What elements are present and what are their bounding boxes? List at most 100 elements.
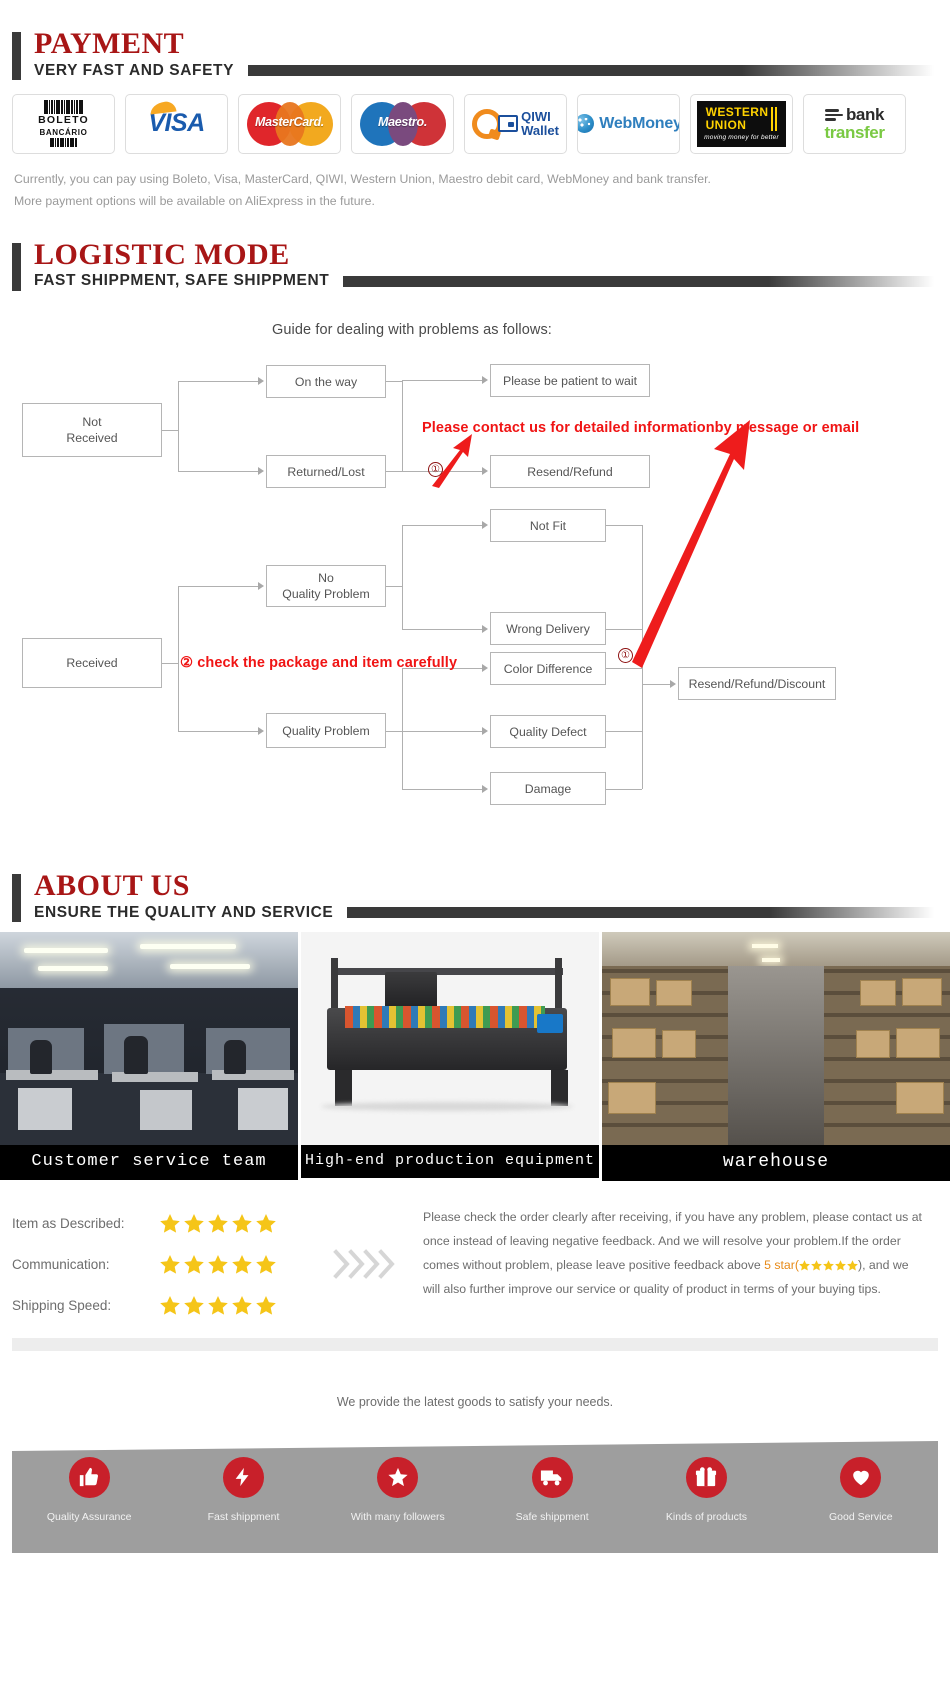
- flow-connector: [178, 586, 258, 588]
- payment-method-bank-transfer: bank transfer: [803, 93, 906, 154]
- star-icon: [232, 1213, 252, 1233]
- flow-box-not-received: Not Received: [22, 403, 162, 458]
- ratings-section: Item as Described: Communication: Shippi…: [0, 1181, 950, 1326]
- star-icon: [256, 1295, 276, 1315]
- payment-method-boleto-bancario: BOLETO BANCÁRIO: [12, 93, 115, 154]
- payment-method-maestro: Maestro.: [351, 93, 454, 154]
- bank-transfer-line2: transfer: [824, 122, 885, 142]
- flow-connector: [606, 668, 642, 670]
- payment-methods-row: BOLETO BANCÁRIO VISA MasterCard. Maestro…: [0, 80, 950, 154]
- flow-box-label: Quality Defect: [509, 724, 587, 739]
- payment-section-header: PAYMENT VERY FAST AND SAFETY: [12, 28, 938, 80]
- feature-item-good-service: Good Service: [784, 1456, 938, 1523]
- flow-box-damage: Damage: [490, 772, 606, 806]
- flow-box-no-quality-problem: No Quality Problem: [266, 565, 386, 608]
- flow-connector: [178, 731, 258, 733]
- ratings-list: Item as Described: Communication: Shippi…: [12, 1203, 312, 1326]
- flow-connector: [386, 731, 402, 733]
- flow-box-quality-defect: Quality Defect: [490, 715, 606, 749]
- payment-title: PAYMENT: [34, 27, 185, 60]
- about-section-header: ABOUT US ENSURE THE QUALITY AND SERVICE: [12, 870, 938, 923]
- flow-box-label: On the way: [294, 374, 358, 389]
- star-icon: [160, 1213, 180, 1233]
- rating-stars: [160, 1295, 276, 1315]
- qiwi-wallet-icon: QIWI Wallet: [472, 108, 559, 139]
- flow-annotation-check-package: ② check the package and item carefully: [180, 655, 458, 672]
- flow-box-label: Color Difference: [503, 661, 593, 676]
- rating-label: Communication:: [12, 1256, 110, 1272]
- logistic-section-header: LOGISTIC MODE FAST SHIPPMENT, SAFE SHIPP…: [12, 239, 938, 291]
- flow-arrow: [482, 376, 488, 385]
- flow-box-label: Damage: [524, 781, 572, 796]
- photo-card-production-equipment: High-end production equipment: [301, 931, 599, 1181]
- heart-icon: [840, 1456, 882, 1498]
- flow-arrow: [482, 664, 488, 673]
- wu-line1: WESTERN: [705, 105, 769, 119]
- flow-arrow: [258, 727, 264, 736]
- feature-label: Safe shippment: [515, 1510, 589, 1523]
- photo-caption: High-end production equipment: [301, 1144, 599, 1178]
- flow-connector: [386, 471, 402, 473]
- feedback-highlight: 5 star(: [764, 1257, 799, 1272]
- flow-connector: [642, 684, 670, 686]
- logistic-title: LOGISTIC MODE: [34, 237, 290, 271]
- flow-box-label: Received: [66, 656, 118, 671]
- truck-icon: [531, 1456, 573, 1498]
- flow-connector: [402, 731, 482, 733]
- feature-label: Fast shippment: [207, 1510, 280, 1523]
- flow-box-quality-problem: Quality Problem: [266, 713, 386, 749]
- feature-item-safe-shippment: Safe shippment: [475, 1456, 629, 1523]
- flow-connector: [402, 629, 482, 631]
- star-icon: [184, 1295, 204, 1315]
- flow-box-label: Returned/Lost: [287, 464, 365, 479]
- payment-method-mastercard: MasterCard.: [238, 93, 341, 154]
- flow-connector: [386, 381, 402, 383]
- flow-arrow: [482, 467, 488, 476]
- production-equipment-photo: [301, 931, 599, 1145]
- payment-note: Currently, you can pay using Boleto, Vis…: [0, 154, 950, 213]
- maestro-icon: Maestro.: [359, 101, 446, 146]
- flow-arrow: [670, 680, 676, 689]
- webmoney-label: WebMoney: [599, 114, 680, 132]
- flow-arrow: [482, 727, 488, 736]
- product-detail-page: PAYMENT VERY FAST AND SAFETY BOLETO BANC…: [0, 0, 950, 1597]
- maestro-label: Maestro.: [377, 114, 427, 129]
- flow-arrow: [258, 582, 264, 591]
- flow-box-label: Resend/Refund/Discount: [688, 676, 826, 691]
- flow-connector: [402, 380, 482, 382]
- red-arrow-annotation-1: [432, 434, 472, 489]
- rating-stars: [160, 1254, 276, 1274]
- photo-card-customer-service-team: Customer service team: [0, 931, 298, 1181]
- flow-box-received: Received: [22, 638, 162, 689]
- payment-note-line1: Currently, you can pay using Boleto, Vis…: [14, 171, 711, 186]
- divider-strip: [12, 1337, 938, 1351]
- header-rule: [248, 65, 934, 76]
- bank-transfer-icon: bank transfer: [824, 106, 885, 142]
- flow-box-wrong-delivery: Wrong Delivery: [490, 612, 606, 646]
- feature-label: Quality Assurance: [46, 1510, 132, 1523]
- feature-item-kinds-of-products: Kinds of products: [629, 1456, 783, 1523]
- star-icon: [232, 1254, 252, 1274]
- red-arrow-annotation-2: [632, 420, 750, 669]
- flowchart-title: Guide for dealing with problems as follo…: [272, 322, 552, 339]
- flow-box-label: Not Fit: [529, 518, 567, 533]
- flow-arrow: [482, 521, 488, 530]
- rating-stars: [160, 1213, 276, 1233]
- star-icon: [256, 1213, 276, 1233]
- qiwi-line2: Wallet: [521, 122, 559, 138]
- flow-connector: [178, 586, 179, 732]
- flow-connector: [402, 668, 403, 790]
- payment-method-visa: VISA: [125, 93, 228, 154]
- western-union-icon: WESTERN UNION moving money for better: [697, 100, 786, 147]
- header-accent-bar: [12, 874, 21, 923]
- star-icon: [184, 1213, 204, 1233]
- mastercard-label: MasterCard.: [255, 114, 324, 129]
- flow-arrow: [258, 377, 264, 386]
- photo-caption: warehouse: [602, 1144, 950, 1181]
- photo-caption: Customer service team: [0, 1144, 298, 1180]
- warehouse-photo: [602, 931, 950, 1145]
- payment-subtitle: VERY FAST AND SAFETY: [34, 61, 235, 79]
- header-accent-bar: [12, 32, 21, 80]
- qiwi-line1: QIWI: [521, 109, 551, 125]
- lightning-bolt-icon: [222, 1456, 264, 1498]
